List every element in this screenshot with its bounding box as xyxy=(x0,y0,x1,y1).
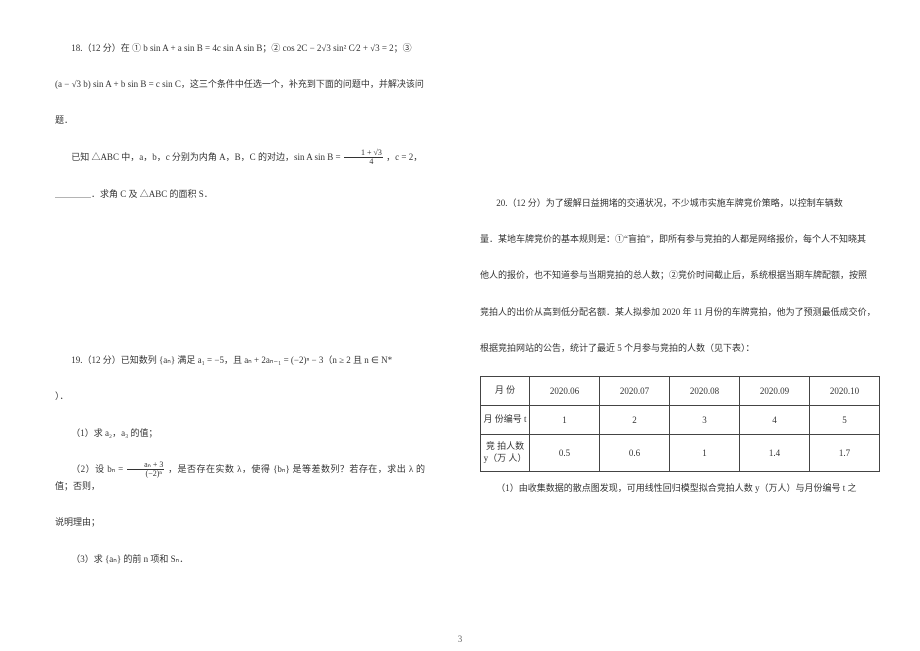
table-row-month: 月 份 2020.06 2020.07 2020.08 2020.09 2020… xyxy=(481,376,880,405)
cell: 1 xyxy=(670,435,740,471)
q20-after: （1）由收集数据的散点图发现，可用线性回归模型拟合竞拍人数 y（万人）与月份编号… xyxy=(496,483,856,493)
q19-part1: （1）求 a₂，a₃ 的值； xyxy=(71,428,157,438)
q19-part3: （3）求 {aₙ} 的前 n 项和 Sₙ． xyxy=(71,554,188,564)
row-label-count: 竞 拍人数 y（万 人） xyxy=(481,435,530,471)
cell: 2020.07 xyxy=(600,376,670,405)
q20-line2: 量．某地车牌竞价的基本规则是：①“盲拍”，即所有参与竞拍的人都是网络报价，每个人… xyxy=(480,234,866,244)
cell: 4 xyxy=(740,406,810,435)
q18-line5: ＿＿＿＿．求角 C 及 △ABC 的面积 S． xyxy=(55,189,213,199)
page-number: 3 xyxy=(0,631,920,647)
cell: 0.6 xyxy=(600,435,670,471)
cell: 1.7 xyxy=(810,435,880,471)
q20-line5: 根据竞拍网站的公告，统计了最近 5 个月参与竞拍的人数（见下表）： xyxy=(480,343,755,353)
q18-line2: (a − √3 b) sin A + b sin B = c sin C，这三个… xyxy=(55,79,424,89)
q19-frac: aₙ + 3 (−2)ⁿ xyxy=(127,461,164,478)
q20-line3: 他人的报价，也不知道参与当期竞拍的总人数；②竞价时间截止后，系统根据当期车牌配额… xyxy=(480,270,867,280)
cell: 2 xyxy=(600,406,670,435)
row-label-month: 月 份 xyxy=(481,376,530,405)
cell: 2020.08 xyxy=(670,376,740,405)
table-row-count: 竞 拍人数 y（万 人） 0.5 0.6 1 1.4 1.7 xyxy=(481,435,880,471)
question-19: 19.（12 分）已知数列 {aₙ} 满足 a₁ = −5，且 aₙ + 2aₙ… xyxy=(55,352,425,567)
q18-line4a: 已知 △ABC 中，a，b，c 分别为内角 A，B，C 的对边，sin A si… xyxy=(71,152,343,162)
table-row-id: 月 份编号 t 1 2 3 4 5 xyxy=(481,406,880,435)
cell: 0.5 xyxy=(530,435,600,471)
q18-line4b: ，c = 2， xyxy=(386,152,422,162)
data-table: 月 份 2020.06 2020.07 2020.08 2020.09 2020… xyxy=(480,376,880,472)
cell: 2020.10 xyxy=(810,376,880,405)
q19-part2c: 说明理由； xyxy=(55,517,100,527)
cell: 3 xyxy=(670,406,740,435)
cell: 5 xyxy=(810,406,880,435)
cell: 1 xyxy=(530,406,600,435)
row-label-id: 月 份编号 t xyxy=(481,406,530,435)
cell: 2020.06 xyxy=(530,376,600,405)
q19-line2: ）． xyxy=(55,391,69,401)
cell: 1.4 xyxy=(740,435,810,471)
q19-part2a: （2）设 bₙ = xyxy=(71,464,126,474)
question-20: 20.（12 分）为了缓解日益拥堵的交通状况，不少城市实施车牌竞价策略，以控制车… xyxy=(480,195,880,496)
q18-line3: 题． xyxy=(55,115,73,125)
q18-frac: 1 + √3 4 xyxy=(344,149,383,166)
question-18: 18.（12 分）在 ① b sin A + a sin B = 4c sin … xyxy=(55,40,425,202)
cell: 2020.09 xyxy=(740,376,810,405)
q20-head: 20.（12 分）为了缓解日益拥堵的交通状况，不少城市实施车牌竞价策略，以控制车… xyxy=(496,198,843,208)
q18-head: 18.（12 分）在 ① b sin A + a sin B = 4c sin … xyxy=(71,43,412,53)
q20-line4: 竞拍人的出价从高到低分配名额．某人拟参加 2020 年 11 月份的车牌竞拍，他… xyxy=(480,307,876,317)
q19-head: 19.（12 分）已知数列 {aₙ} 满足 a₁ = −5，且 aₙ + 2aₙ… xyxy=(71,355,392,365)
